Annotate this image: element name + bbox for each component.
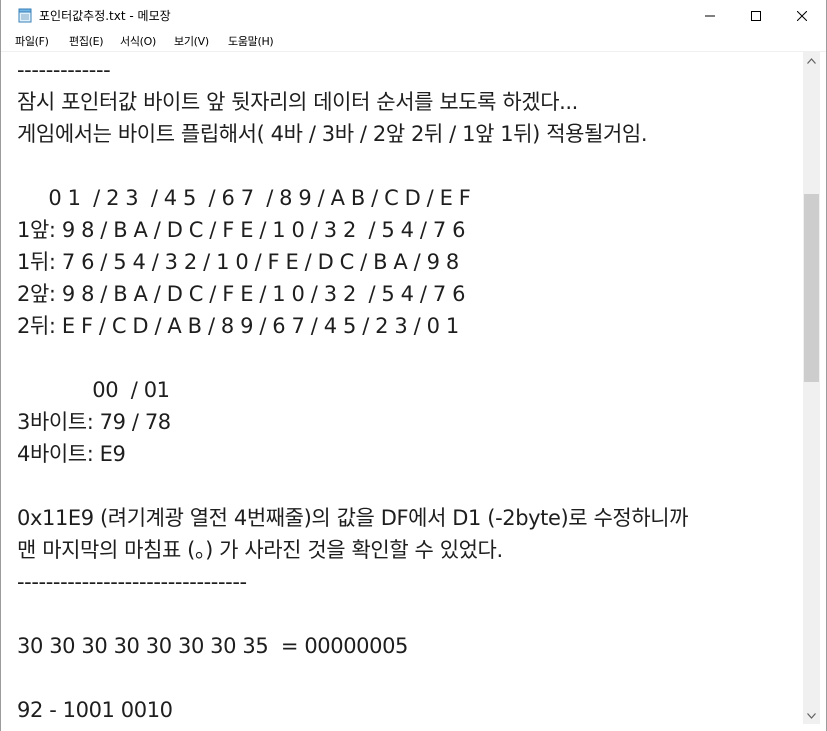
minimize-icon	[705, 15, 715, 16]
text-line: 0 1 / 2 3 / 4 5 / 6 7 / 8 9 / A B / C D …	[17, 186, 471, 210]
menu-bar: 파일(F) 편집(E) 서식(O) 보기(V) 도움말(H)	[1, 31, 826, 52]
text-line: 3바이트: 79 / 78	[17, 410, 171, 434]
text-line: 92 - 1001 0010	[17, 698, 173, 722]
text-editor[interactable]: ------------- 잠시 포인터값 바이트 앞 뒷자리의 데이터 순서를…	[1, 52, 803, 731]
text-line: 30 30 30 30 30 30 30 35 = 00000005	[17, 634, 409, 658]
menu-file[interactable]: 파일(F)	[15, 33, 49, 49]
chevron-down-icon	[807, 712, 816, 719]
scroll-down-button[interactable]	[803, 707, 820, 724]
close-button[interactable]	[779, 0, 825, 31]
notepad-window: 포인터값추정.txt - 메모장 파일(F) 편집(E) 서식(O) 보기(V)…	[0, 0, 827, 731]
text-line: 게임에서는 바이트 플립해서( 4바 / 3바 / 2앞 2뒤 / 1앞 1뒤)…	[17, 122, 648, 146]
text-line: 2앞: 9 8 / B A / D C / F E / 1 0 / 3 2 / …	[17, 282, 466, 306]
scroll-up-button[interactable]	[803, 52, 820, 69]
notepad-icon	[18, 8, 32, 23]
window-title: 포인터값추정.txt - 메모장	[39, 9, 171, 23]
text-line: --------------------------------	[17, 570, 247, 594]
maximize-button[interactable]	[733, 0, 779, 31]
menu-edit[interactable]: 편집(E)	[69, 33, 104, 49]
vertical-scrollbar[interactable]	[803, 52, 820, 724]
text-line: 맨 마지막의 마침표 (。) 가 사라진 것을 확인할 수 있었다.	[17, 538, 503, 562]
scroll-thumb[interactable]	[804, 194, 819, 382]
menu-view[interactable]: 보기(V)	[174, 33, 209, 49]
minimize-button[interactable]	[687, 0, 733, 31]
text-line: 2뒤: E F / C D / A B / 8 9 / 6 7 / 4 5 / …	[17, 314, 459, 338]
text-line: 잠시 포인터값 바이트 앞 뒷자리의 데이터 순서를 보도록 하겠다...	[17, 90, 578, 114]
text-line: 1뒤: 7 6 / 5 4 / 3 2 / 1 0 / F E / D C / …	[17, 250, 459, 274]
text-line: 4바이트: E9	[17, 442, 126, 466]
text-line: -------------	[17, 58, 111, 82]
text-line: 1앞: 9 8 / B A / D C / F E / 1 0 / 3 2 / …	[17, 218, 466, 242]
close-icon	[797, 10, 807, 21]
title-bar[interactable]: 포인터값추정.txt - 메모장	[1, 0, 826, 31]
maximize-icon	[751, 10, 761, 21]
chevron-up-icon	[807, 57, 816, 64]
menu-help[interactable]: 도움말(H)	[228, 33, 274, 49]
menu-format[interactable]: 서식(O)	[120, 33, 156, 49]
text-line: 0x11E9 (려기계광 열전 4번째줄)의 값을 DF에서 D1 (-2byt…	[17, 506, 689, 530]
text-line: 00 / 01	[17, 378, 170, 402]
